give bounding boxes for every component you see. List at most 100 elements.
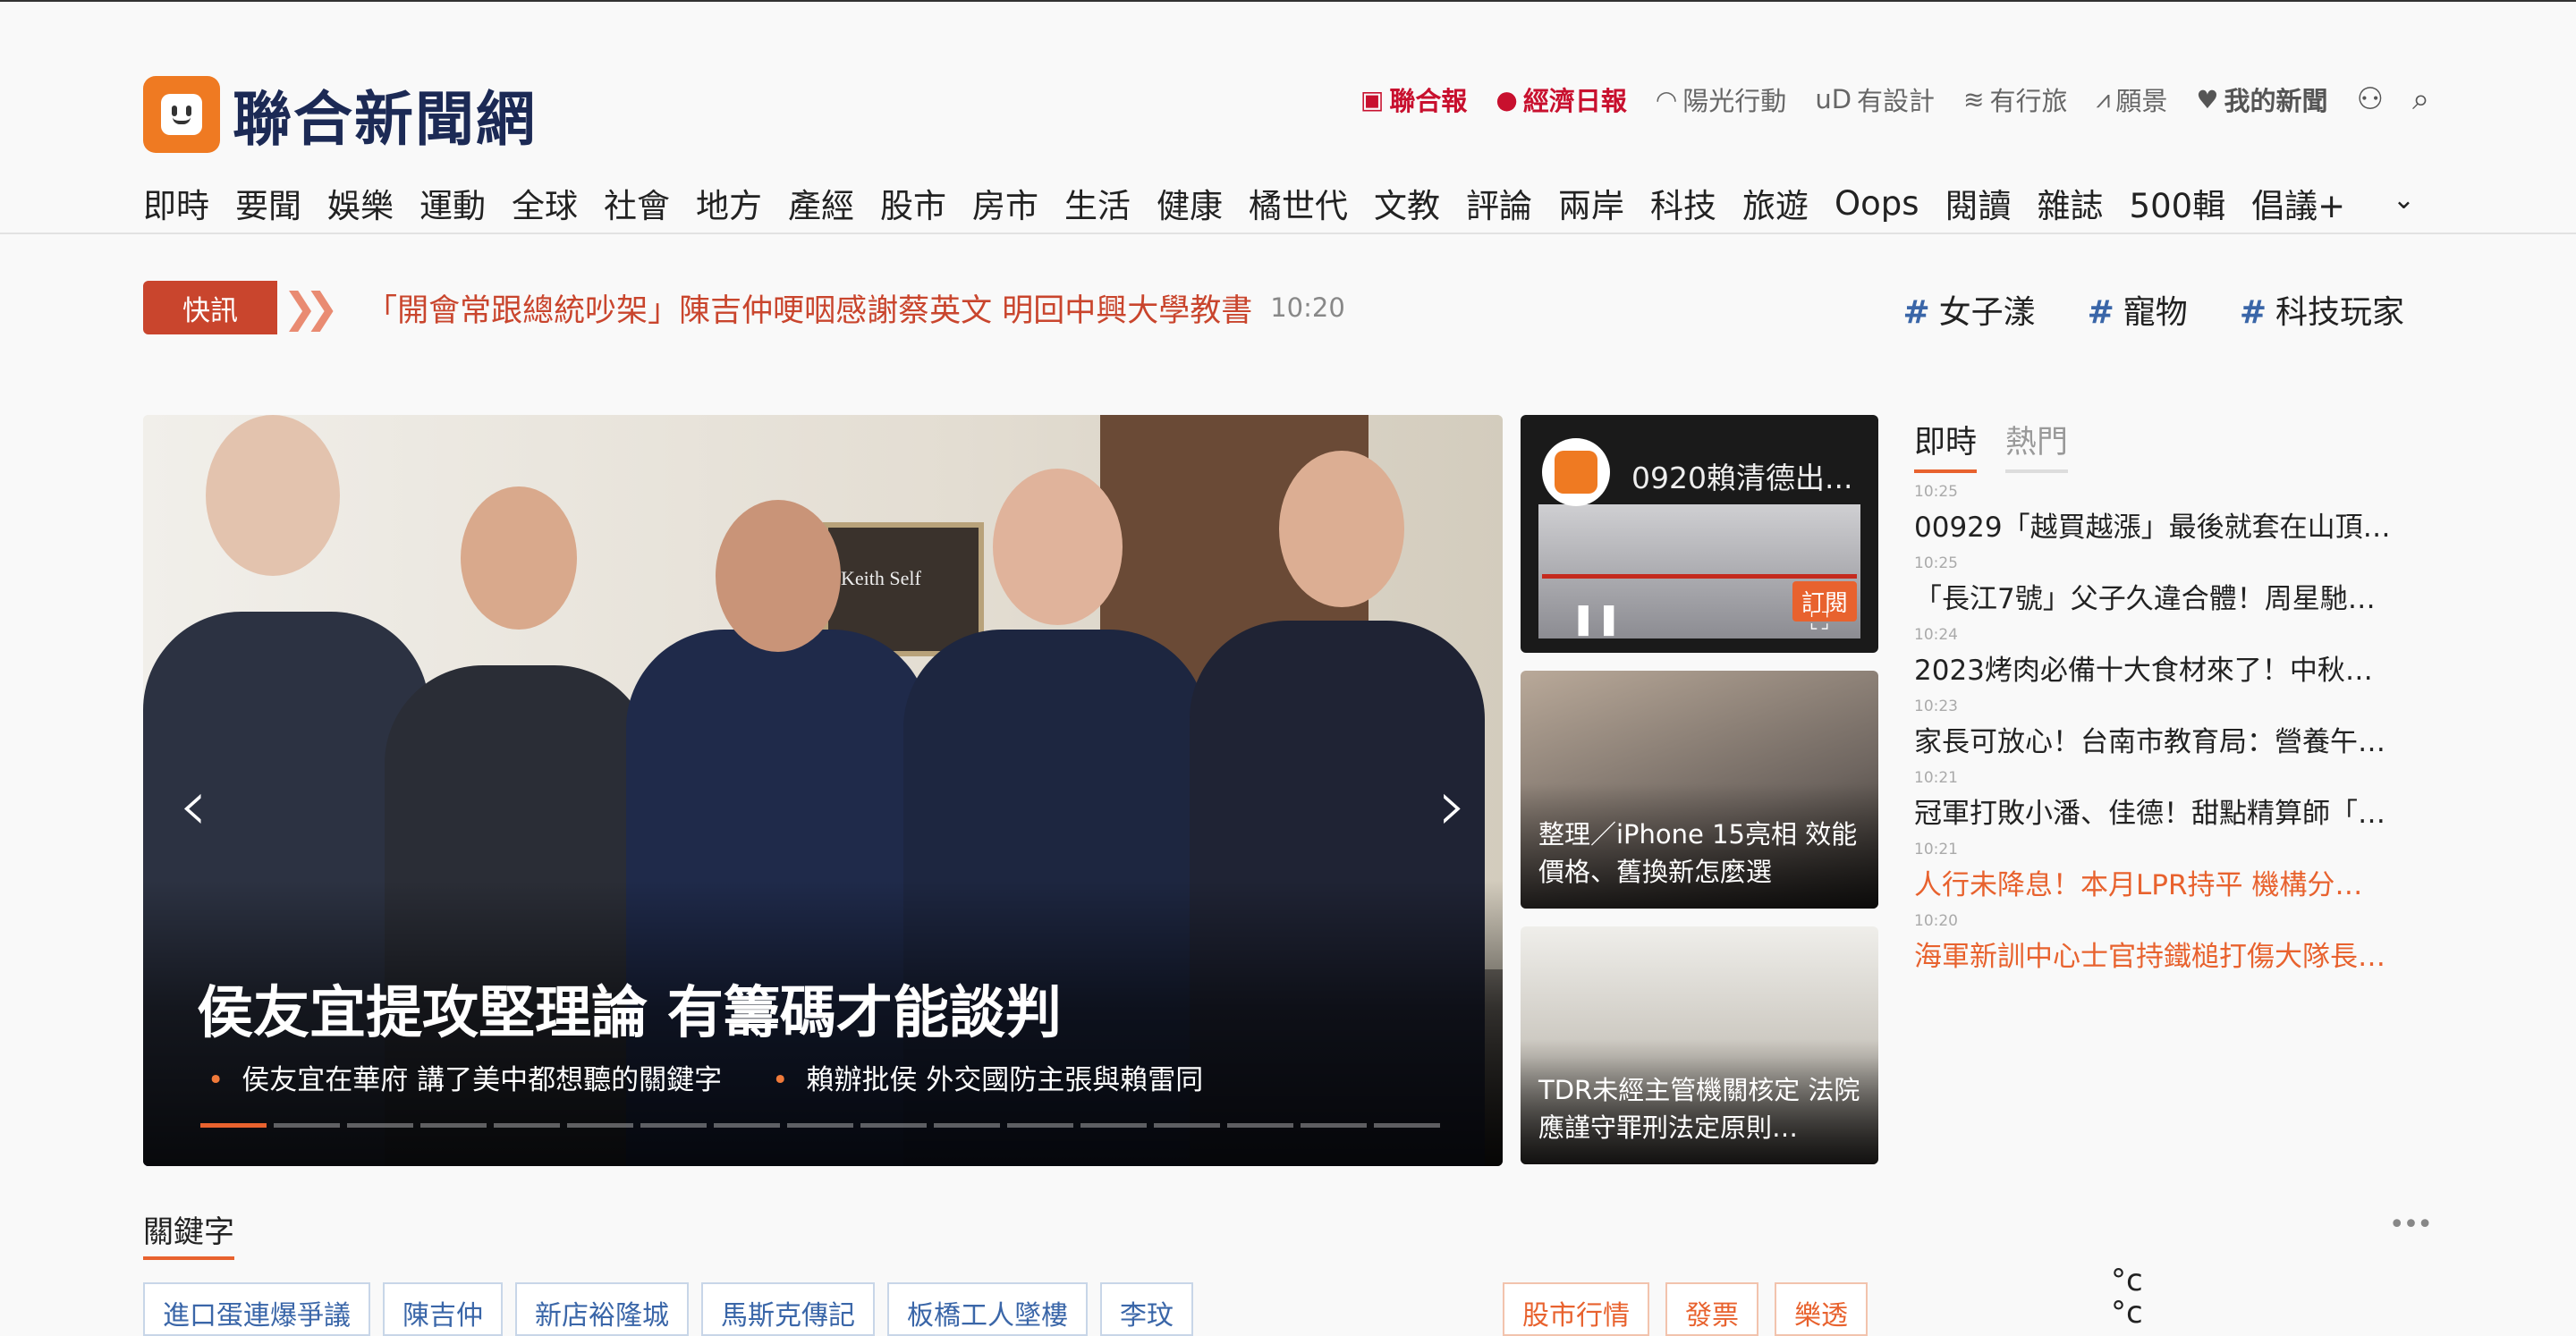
- carousel-dot[interactable]: [1007, 1123, 1073, 1128]
- partner-label: 聯合報: [1389, 86, 1468, 116]
- carousel-dot[interactable]: [1080, 1123, 1147, 1128]
- partner-my-news[interactable]: ♥ 我的新聞: [2196, 80, 2327, 118]
- video-progress[interactable]: [1542, 574, 1857, 579]
- video-player[interactable]: 0920賴清德出... 訂閱 ❚❚ ⛶: [1521, 415, 1878, 653]
- partner-travel[interactable]: ≋ 有行旅: [1963, 80, 2067, 118]
- tab-latest[interactable]: 即時: [1914, 417, 1978, 473]
- carousel-dot[interactable]: [860, 1123, 927, 1128]
- hero-carousel[interactable]: Keith Self 1113 ‹ › 侯友宜提攻堅理論 有籌碼才能談判 •侯友…: [143, 415, 1503, 1166]
- partner-design[interactable]: uD 有設計: [1815, 80, 1935, 118]
- carousel-dot[interactable]: [1227, 1123, 1293, 1128]
- list-item-headline: 冠軍打敗小潘、佳德！甜點精算師「…: [1914, 798, 2385, 830]
- hero-sub-link[interactable]: • 侯友宜在華府 講了美中都想聽的關鍵字: [208, 1057, 722, 1097]
- quick-link[interactable]: 樂透: [1775, 1282, 1868, 1336]
- nav-item[interactable]: 閱讀: [1945, 179, 2012, 227]
- keyword-chip[interactable]: 李玟: [1100, 1282, 1193, 1336]
- nav-item[interactable]: 生活: [1064, 179, 1131, 227]
- nav-item[interactable]: 兩岸: [1558, 179, 1624, 227]
- list-item[interactable]: 10:25 00929「越買越漲」最後就套在山頂…: [1914, 483, 2433, 554]
- nav-item[interactable]: 運動: [419, 179, 486, 227]
- list-item[interactable]: 10:21 人行未降息！本月LPR持平 機構分…: [1914, 841, 2433, 912]
- hashtag-link[interactable]: # 科技玩家: [2240, 286, 2404, 333]
- keyword-chip[interactable]: 馬斯克傳記: [701, 1282, 875, 1336]
- keyword-chip[interactable]: 陳吉仲: [383, 1282, 503, 1336]
- side-story[interactable]: 整理／iPhone 15亮相 效能價格、舊換新怎麼選: [1521, 671, 1878, 909]
- nav-item[interactable]: 股市: [880, 179, 946, 227]
- nav-item[interactable]: 社會: [604, 179, 670, 227]
- nav-item[interactable]: 即時: [143, 179, 209, 227]
- nav-item[interactable]: 文教: [1374, 179, 1440, 227]
- tab-popular[interactable]: 熱門: [2005, 417, 2069, 473]
- carousel-dot[interactable]: [1301, 1123, 1367, 1128]
- keyword-chip[interactable]: 進口蛋連爆爭議: [143, 1282, 370, 1336]
- nav-item[interactable]: Oops: [1835, 184, 1919, 223]
- hashtag-link[interactable]: # 女子漾: [1902, 286, 2035, 333]
- carousel-dot[interactable]: [494, 1123, 560, 1128]
- chevron-down-icon[interactable]: ⌄: [2393, 184, 2415, 216]
- list-item[interactable]: 10:21 冠軍打敗小潘、佳德！甜點精算師「…: [1914, 769, 2433, 841]
- carousel-dot[interactable]: [640, 1123, 707, 1128]
- chevron-left-icon[interactable]: ‹: [179, 764, 208, 847]
- partner-sunshine[interactable]: ◠ 陽光行動: [1656, 80, 1786, 118]
- nav-item[interactable]: 產經: [788, 179, 854, 227]
- nav-item[interactable]: 500輯: [2130, 179, 2226, 227]
- side-story-caption: 整理／iPhone 15亮相 效能價格、舊換新怎麼選: [1538, 819, 1858, 887]
- carousel-dot[interactable]: [787, 1123, 853, 1128]
- site-logo[interactable]: 聯合新聞網: [143, 72, 537, 157]
- carousel-dot[interactable]: [347, 1123, 413, 1128]
- bullet-icon: •: [772, 1064, 789, 1096]
- money-logo-icon: ●: [1496, 84, 1518, 114]
- carousel-indicators: [200, 1123, 1440, 1128]
- partner-label: 有行旅: [1989, 86, 2068, 116]
- partner-vision[interactable]: ⩘ 願景: [2097, 80, 2168, 118]
- list-item-headline: 「長江7號」父子久違合體！周星馳…: [1914, 583, 2376, 615]
- search-list-icon[interactable]: ⌕: [2412, 81, 2429, 117]
- hashtag-link[interactable]: # 寵物: [2088, 286, 2188, 333]
- carousel-dot[interactable]: [714, 1123, 780, 1128]
- side-story[interactable]: TDR未經主管機關核定 法院應謹守罪刑法定原則…: [1521, 926, 1878, 1164]
- nav-item[interactable]: 橘世代: [1249, 179, 1348, 227]
- breaking-news: 快訊 ❯❯ 「開會常跟總統吵架」陳吉仲哽咽感謝蔡英文 明回中興大學教書 10:2…: [143, 281, 1345, 334]
- user-icon[interactable]: ⚇: [2356, 81, 2383, 117]
- nav-item[interactable]: 評論: [1466, 179, 1532, 227]
- carousel-dot[interactable]: [274, 1123, 340, 1128]
- nav-item[interactable]: 房市: [972, 179, 1038, 227]
- keyword-chip[interactable]: 板橋工人墜樓: [887, 1282, 1088, 1336]
- pause-icon[interactable]: ❚❚: [1571, 601, 1622, 637]
- nav-item[interactable]: 健康: [1157, 179, 1223, 227]
- hero-title[interactable]: 侯友宜提攻堅理論 有籌碼才能談判: [197, 968, 1062, 1049]
- partner-udn[interactable]: ▣ 聯合報: [1360, 80, 1467, 118]
- nav-item[interactable]: 要聞: [235, 179, 301, 227]
- chevron-right-icon[interactable]: ›: [1438, 764, 1467, 847]
- keyword-chip[interactable]: 新店裕隆城: [515, 1282, 689, 1336]
- carousel-dot[interactable]: [567, 1123, 633, 1128]
- video-title: 0920賴清德出...: [1631, 461, 1853, 495]
- quick-link[interactable]: 發票: [1665, 1282, 1758, 1336]
- carousel-dot[interactable]: [1374, 1123, 1440, 1128]
- partner-money[interactable]: ● 經濟日報: [1496, 80, 1626, 118]
- list-item[interactable]: 10:23 家長可放心！台南市教育局：營養午…: [1914, 698, 2433, 769]
- nav-item[interactable]: 科技: [1650, 179, 1716, 227]
- carousel-dot[interactable]: [1154, 1123, 1220, 1128]
- logo-text: 聯合新聞網: [233, 85, 537, 154]
- nav-item[interactable]: 娛樂: [327, 179, 394, 227]
- list-item[interactable]: 10:20 海軍新訓中心士官持鐵槌打傷大隊長…: [1914, 912, 2433, 984]
- carousel-dot[interactable]: [934, 1123, 1000, 1128]
- nav-item[interactable]: 地方: [696, 179, 762, 227]
- top-border: [0, 0, 2576, 2]
- fullscreen-icon[interactable]: ⛶: [1810, 606, 1828, 637]
- breaking-headline[interactable]: 「開會常跟總統吵架」陳吉仲哽咽感謝蔡英文 明回中興大學教書: [366, 285, 1252, 331]
- nav-item[interactable]: 倡議+: [2251, 179, 2345, 227]
- keywords-title: 關鍵字: [143, 1207, 234, 1260]
- carousel-dot[interactable]: [420, 1123, 487, 1128]
- list-item[interactable]: 10:25 「長江7號」父子久違合體！周星馳…: [1914, 554, 2433, 626]
- carousel-dot[interactable]: [200, 1123, 267, 1128]
- nav-item[interactable]: 全球: [512, 179, 578, 227]
- list-item[interactable]: 10:24 2023烤肉必備十大食材來了！中秋…: [1914, 626, 2433, 698]
- list-item-headline: 家長可放心！台南市教育局：營養午…: [1914, 726, 2385, 758]
- nav-item[interactable]: 雜誌: [2038, 179, 2104, 227]
- quick-link[interactable]: 股市行情: [1503, 1282, 1649, 1336]
- more-icon[interactable]: •••: [2389, 1209, 2433, 1240]
- nav-item[interactable]: 旅遊: [1742, 179, 1809, 227]
- hero-sub-link[interactable]: • 賴辦批侯 外交國防主張與賴雷同: [772, 1057, 1203, 1097]
